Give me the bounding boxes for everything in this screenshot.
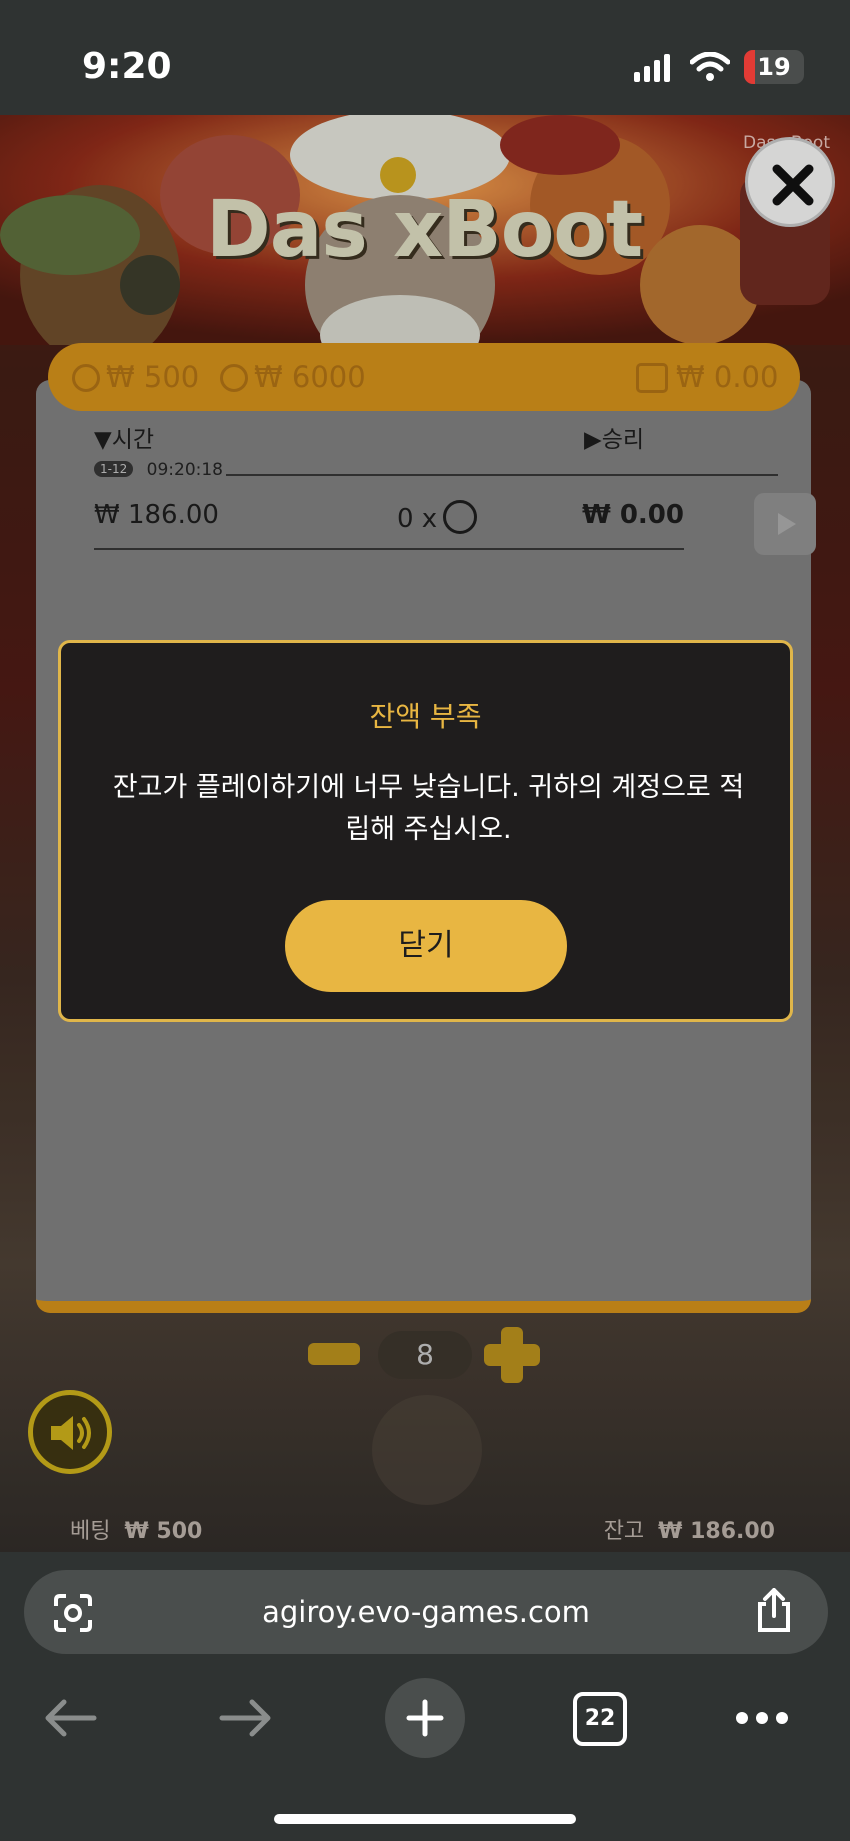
status-bar: 9:20 19 [0,0,850,115]
more-icon[interactable] [734,1708,790,1728]
status-time: 9:20 [82,46,172,87]
wifi-icon [690,52,730,81]
plus-icon [406,1699,444,1737]
tabs-button[interactable]: 22 [573,1692,627,1746]
home-indicator [274,1814,576,1824]
share-icon[interactable] [754,1588,794,1634]
dialog-close-button[interactable]: 닫기 [285,900,567,992]
cellular-signal-icon [634,54,670,82]
url-text: agiroy.evo-games.com [262,1595,590,1629]
browser-toolbar: agiroy.evo-games.com 22 [0,1552,850,1841]
dialog-title: 잔액 부족 [369,700,482,733]
back-arrow-icon[interactable] [42,1698,98,1738]
insufficient-balance-dialog: 잔액 부족 잔고가 플레이하기에 너무 낮습니다. 귀하의 계정으로 적립해 주… [58,640,793,1022]
address-bar[interactable]: agiroy.evo-games.com [24,1570,828,1654]
battery-indicator: 19 [744,50,804,84]
game-area: Das xBoot Das xBoot ▼시간 ▶승리 1-12 09:20:1… [0,115,850,1552]
new-tab-button[interactable] [385,1678,465,1758]
browser-nav-row: 22 [0,1678,850,1758]
battery-percent: 19 [757,53,791,81]
forward-arrow-icon[interactable] [218,1698,274,1738]
dialog-message: 잔고가 플레이하기에 너무 낮습니다. 귀하의 계정으로 적립해 주십시오. [112,772,745,845]
